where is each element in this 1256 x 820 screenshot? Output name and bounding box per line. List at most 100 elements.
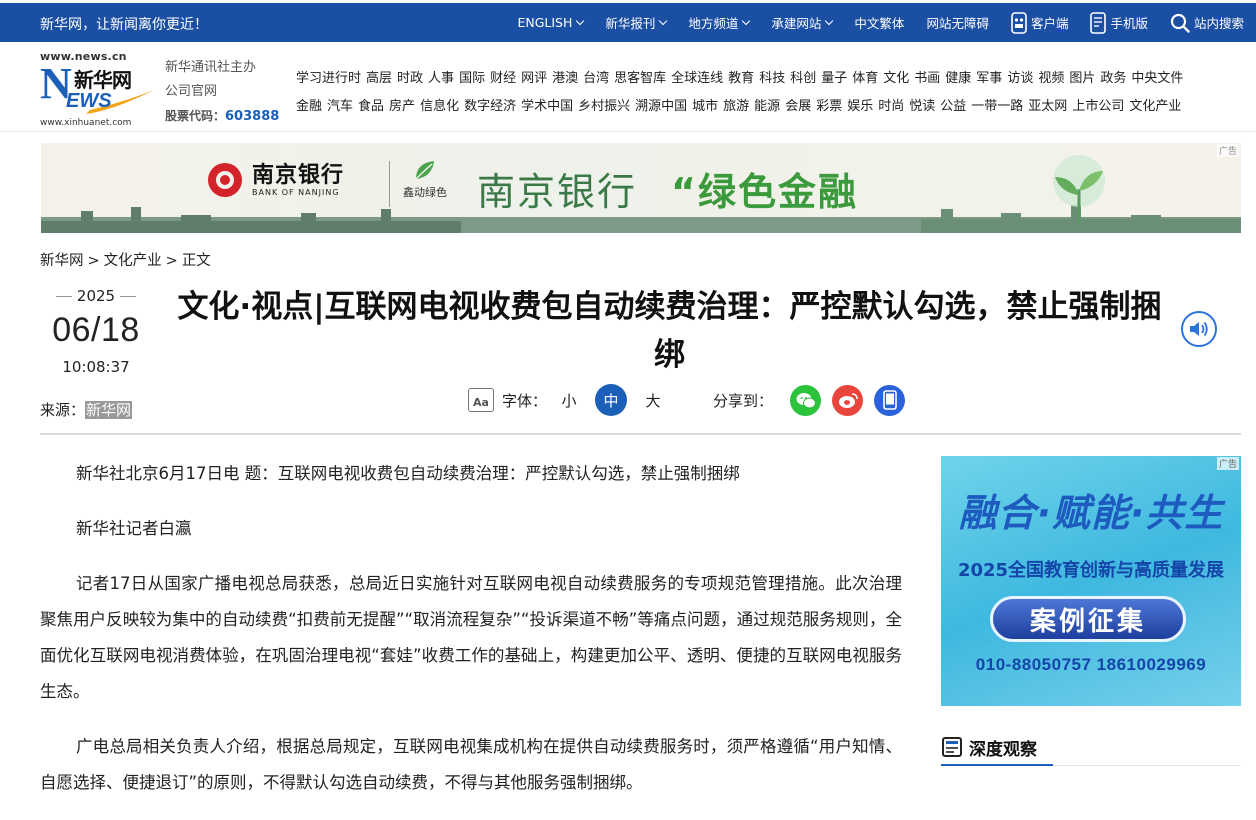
share-weibo-button[interactable] [832,384,864,416]
bank-emblem-icon [208,163,242,197]
channel-link[interactable]: 健康 [945,67,971,86]
search-icon [1170,13,1190,33]
font-size-large[interactable]: 大 [637,384,669,416]
channel-link[interactable]: 书画 [914,67,940,86]
channel-link[interactable]: 信息化 [420,95,459,114]
source-name[interactable]: 新华网 [85,401,133,419]
nav-hosted-sites[interactable]: 承建网站 [771,13,834,32]
bank-name-en: BANK OF NANJING [252,187,340,197]
channel-link[interactable]: 文化 [883,67,909,86]
channel-link[interactable]: 中央文件 [1131,67,1183,86]
channel-link[interactable]: 娱乐 [847,95,873,114]
nav-local-channels[interactable]: 地方频道 [688,13,751,32]
nav-site-search[interactable]: 站内搜索 [1170,13,1244,33]
channel-link[interactable]: 图片 [1069,67,1095,86]
channel-link[interactable]: 悦读 [909,95,935,114]
nav-accessibility-label: 网站无障碍 [926,16,989,31]
publish-year: 2025 [40,287,152,305]
font-size-label: 字体： [502,391,548,410]
channel-link[interactable]: 思客智库 [614,67,666,86]
share-label: 分享到： [713,391,774,410]
section-title: 深度观察 [969,739,1037,760]
channel-link[interactable]: 亚太网 [1028,95,1067,114]
education-side-ad[interactable]: 融合·赋能·共生 2025全国教育创新与高质量发展 案例征集 010-88050… [941,456,1241,706]
ad-tag: 广告 [1216,144,1239,157]
font-size-medium[interactable]: 中 [595,384,628,416]
bank-logo: 南京银行 BANK OF NANJING [206,161,344,199]
nav-traditional-chinese[interactable]: 中文繁体 [854,13,904,32]
nav-mobile-label: 手机版 [1110,16,1148,31]
share-mobile-button[interactable] [874,384,906,416]
channel-link[interactable]: 会展 [785,95,811,114]
nav-accessibility[interactable]: 网站无障碍 [926,13,989,32]
channel-link[interactable]: 国际 [459,67,485,86]
channel-link[interactable]: 访谈 [1007,67,1033,86]
channel-link[interactable]: 科技 [759,67,785,86]
channel-link[interactable]: 港澳 [552,67,578,86]
share-wechat-button[interactable] [790,384,822,416]
channel-link[interactable]: 时政 [397,67,423,86]
channel-link[interactable]: 旅游 [723,95,749,114]
breadcrumb-channel[interactable]: 文化产业 [104,253,162,269]
nav-mobile[interactable]: 手机版 [1090,11,1148,34]
channel-link[interactable]: 城市 [692,95,718,114]
mobile-icon [1090,11,1107,34]
channel-link[interactable]: 军事 [976,67,1002,86]
channel-link[interactable]: 房产 [389,95,415,114]
channel-link[interactable]: 量子 [821,67,847,86]
channel-nav: 学习进行时 高层 时政 人事 国际 财经 网评 港澳 台湾 思客智库 全球连线 教育 科技 科创 量子 体育文… [296,62,1246,118]
read-aloud-button[interactable] [1181,311,1217,347]
nav-app[interactable]: 客户端 [1011,11,1069,34]
channel-link[interactable]: 人事 [428,67,454,86]
channel-link[interactable]: 体育 [852,67,878,86]
channel-link[interactable]: 高层 [366,67,392,86]
channel-link[interactable]: 乡村振兴 [578,95,630,114]
channel-link[interactable]: 一带一路 [971,95,1023,114]
channel-link[interactable]: 时尚 [878,95,904,114]
channel-link[interactable]: 数字经济 [464,95,516,114]
channel-link[interactable]: 视频 [1038,67,1064,86]
breadcrumb-home[interactable]: 新华网 [40,253,84,269]
channel-link[interactable]: 网评 [521,67,547,86]
channel-link[interactable]: 溯源中国 [635,95,687,114]
channel-link[interactable]: 彩票 [816,95,842,114]
channel-link[interactable]: 文化产业 [1129,95,1181,114]
section-header-deep-observation: 深度观察 [941,730,1053,766]
xinhua-logo[interactable]: www.news.cn N 新华网 EWS www.xinhuanet.com [40,50,158,128]
bank-banner-ad[interactable]: 南京银行 BANK OF NANJING 鑫动绿色 南京银行 “绿色金融 广告 [41,143,1241,233]
section-divider [1053,765,1241,766]
banner-slogan-bank: 南京银行 [477,170,638,214]
weibo-icon [838,392,858,408]
channel-link[interactable]: 财经 [490,67,516,86]
channel-link[interactable]: 公益 [940,95,966,114]
section-book-icon [942,737,962,757]
nav-local-channels-label: 地方频道 [688,16,739,31]
owner-line-2: 公司官网 [165,84,218,99]
nav-newspapers-label: 新华报刊 [605,16,656,31]
channel-row-2: 金融 汽车 食品 房产 信息化 数字经济 学术中国 乡村振兴 溯源中国 城市 旅游 能源 会展 彩票 娱乐时… [296,90,1246,118]
channel-link[interactable]: 金融 [296,95,322,114]
channel-link[interactable]: 台湾 [583,67,609,86]
nav-app-label: 客户端 [1030,16,1069,31]
channel-link[interactable]: 学习进行时 [296,67,361,86]
font-size-small[interactable]: 小 [553,384,585,416]
source-label: 来源： [40,401,86,419]
channel-link[interactable]: 政务 [1100,67,1126,86]
channel-link[interactable]: 能源 [754,95,780,114]
channel-link[interactable]: 汽车 [327,95,353,114]
article-paragraph: 新华社北京6月17日电 题：互联网电视收费包自动续费治理：严控默认勾选，禁止强制… [76,464,740,483]
green-sub-brand: 鑫动绿色 [393,159,457,200]
nav-english[interactable]: ENGLISH [517,15,585,30]
app-icon [1011,11,1027,34]
channel-link[interactable]: 科创 [790,67,816,86]
nav-newspapers[interactable]: 新华报刊 [605,13,668,32]
breadcrumb-separator: > [165,253,178,269]
stock-code[interactable]: 603888 [225,109,279,124]
breadcrumb-separator: > [87,253,100,269]
publish-month-day: 06/18 [52,311,140,349]
channel-link[interactable]: 食品 [358,95,384,114]
channel-link[interactable]: 全球连线 [671,67,723,86]
channel-link[interactable]: 教育 [728,67,754,86]
channel-link[interactable]: 上市公司 [1072,95,1124,114]
channel-link[interactable]: 学术中国 [521,95,573,114]
